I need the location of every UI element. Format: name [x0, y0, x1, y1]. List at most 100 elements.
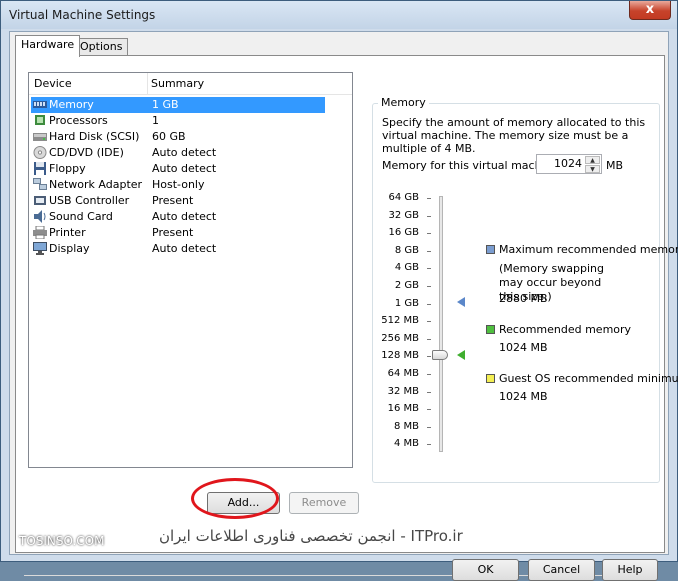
sound-card-icon — [34, 210, 46, 223]
guest-os-minimum-value: 1024 MB — [499, 390, 548, 403]
tab-hardware[interactable]: Hardware — [15, 35, 81, 57]
scale-label: 64 GB — [388, 192, 419, 203]
memory-group: Memory Specify the amount of memory allo… — [372, 96, 678, 483]
scale-tick — [427, 427, 431, 428]
scale-tick — [427, 198, 431, 199]
memory-value[interactable]: 1024 — [554, 157, 582, 170]
scale-tick — [427, 251, 431, 252]
hardware-panel: Device Summary Memory 1 GB Processors 1 … — [15, 55, 678, 581]
highlight-ellipse — [191, 478, 279, 519]
dialog-client-area: Hardware Options Device Summary Memory 1… — [9, 31, 678, 581]
device-name: Sound Card — [49, 210, 113, 223]
scale-tick — [427, 409, 431, 410]
scale-label: 4 MB — [393, 438, 419, 449]
device-summary: 1 — [152, 114, 159, 127]
spin-up-icon[interactable]: ▲ — [585, 156, 600, 164]
device-row-usb-controller[interactable]: USB Controller Present — [31, 193, 325, 209]
memory-unit: MB — [606, 159, 624, 172]
close-icon: x — [645, 2, 655, 17]
guest-os-minimum-swatch — [486, 374, 495, 383]
scale-label: 2 GB — [394, 280, 419, 291]
scale-tick — [427, 374, 431, 375]
device-name: Floppy — [49, 162, 86, 175]
device-row-printer[interactable]: Printer Present — [31, 225, 325, 241]
device-summary: Present — [152, 194, 194, 207]
scale-tick — [427, 339, 431, 340]
recommended-title: Recommended memory — [499, 323, 632, 336]
column-separator[interactable] — [147, 73, 148, 95]
column-device[interactable]: Device — [34, 77, 72, 90]
device-row-display[interactable]: Display Auto detect — [31, 241, 325, 257]
scale-label: 128 MB — [381, 350, 419, 361]
scale-label: 16 GB — [388, 227, 419, 238]
device-row-hard-disk[interactable]: Hard Disk (SCSI) 60 GB — [31, 129, 325, 145]
tab-options-label: Options — [80, 40, 123, 53]
scale-tick — [427, 321, 431, 322]
cancel-button[interactable]: Cancel — [528, 559, 595, 581]
scale-tick — [427, 233, 431, 234]
usb-controller-icon — [34, 196, 46, 205]
guest-os-minimum-title: Guest OS recommended minimum — [499, 372, 678, 385]
scale-tick — [427, 392, 431, 393]
remove-button[interactable]: Remove — [289, 492, 359, 514]
scale-tick — [427, 216, 431, 217]
scale-label: 64 MB — [387, 368, 419, 379]
title-bar[interactable]: Virtual Machine Settings x — [1, 1, 677, 29]
ok-button[interactable]: OK — [452, 559, 519, 581]
scale-label: 1 GB — [394, 298, 419, 309]
device-list-header: Device Summary — [29, 73, 352, 95]
ok-label: OK — [477, 563, 494, 576]
recommended-marker-icon — [457, 350, 465, 360]
window-title: Virtual Machine Settings — [9, 8, 156, 22]
network-adapter-icon — [33, 178, 47, 190]
hard-disk-icon — [33, 133, 47, 141]
device-summary: Auto detect — [152, 146, 217, 159]
scale-label: 32 MB — [387, 386, 419, 397]
scale-label: 4 GB — [394, 262, 419, 273]
device-row-processors[interactable]: Processors 1 — [31, 113, 325, 129]
printer-icon — [33, 226, 47, 239]
device-summary: 60 GB — [152, 130, 186, 143]
device-name: USB Controller — [49, 194, 130, 207]
device-name: CD/DVD (IDE) — [49, 146, 124, 159]
max-recommended-marker-icon — [457, 297, 465, 307]
device-name: Printer — [49, 226, 86, 239]
scale-label: 32 GB — [388, 210, 419, 221]
help-button[interactable]: Help — [602, 559, 658, 581]
max-recommended-swatch — [486, 245, 495, 254]
scale-label: 512 MB — [381, 315, 419, 326]
device-summary: 1 GB — [152, 98, 179, 111]
recommended-value: 1024 MB — [499, 341, 548, 354]
cd-dvd-icon — [33, 146, 47, 159]
device-name: Display — [49, 242, 90, 255]
max-recommended-title: Maximum recommended memory — [499, 243, 678, 256]
device-summary: Present — [152, 226, 194, 239]
scale-label: 16 MB — [387, 403, 419, 414]
memory-icon — [33, 101, 47, 108]
floppy-icon — [34, 162, 46, 175]
close-button[interactable]: x — [629, 1, 671, 20]
tab-hardware-label: Hardware — [21, 38, 75, 51]
scale-label: 8 GB — [394, 245, 419, 256]
device-name: Memory — [49, 98, 94, 111]
tab-options[interactable]: Options — [74, 38, 129, 55]
watermark-persian: ITPro.ir - انجمن تخصصی فناوری اطلاعات ای… — [159, 527, 463, 545]
device-summary: Auto detect — [152, 162, 217, 175]
processor-icon — [35, 115, 45, 125]
device-row-sound-card[interactable]: Sound Card Auto detect — [31, 209, 325, 225]
memory-spinbox[interactable]: 1024 ▲ ▼ — [536, 154, 602, 174]
scale-tick — [427, 268, 431, 269]
vm-settings-window: Virtual Machine Settings x Hardware Opti… — [0, 0, 678, 581]
memory-slider-track[interactable] — [439, 196, 443, 452]
scale-label: 256 MB — [381, 333, 419, 344]
device-row-memory[interactable]: Memory 1 GB — [31, 97, 325, 113]
spin-down-icon[interactable]: ▼ — [585, 165, 600, 173]
column-summary[interactable]: Summary — [151, 77, 204, 90]
device-row-floppy[interactable]: Floppy Auto detect — [31, 161, 325, 177]
device-list[interactable]: Device Summary Memory 1 GB Processors 1 … — [28, 72, 353, 468]
scale-tick — [427, 444, 431, 445]
device-row-cd-dvd[interactable]: CD/DVD (IDE) Auto detect — [31, 145, 325, 161]
device-row-network-adapter[interactable]: Network Adapter Host-only — [31, 177, 325, 193]
memory-slider-thumb[interactable] — [432, 350, 448, 360]
memory-description: Specify the amount of memory allocated t… — [382, 116, 646, 155]
